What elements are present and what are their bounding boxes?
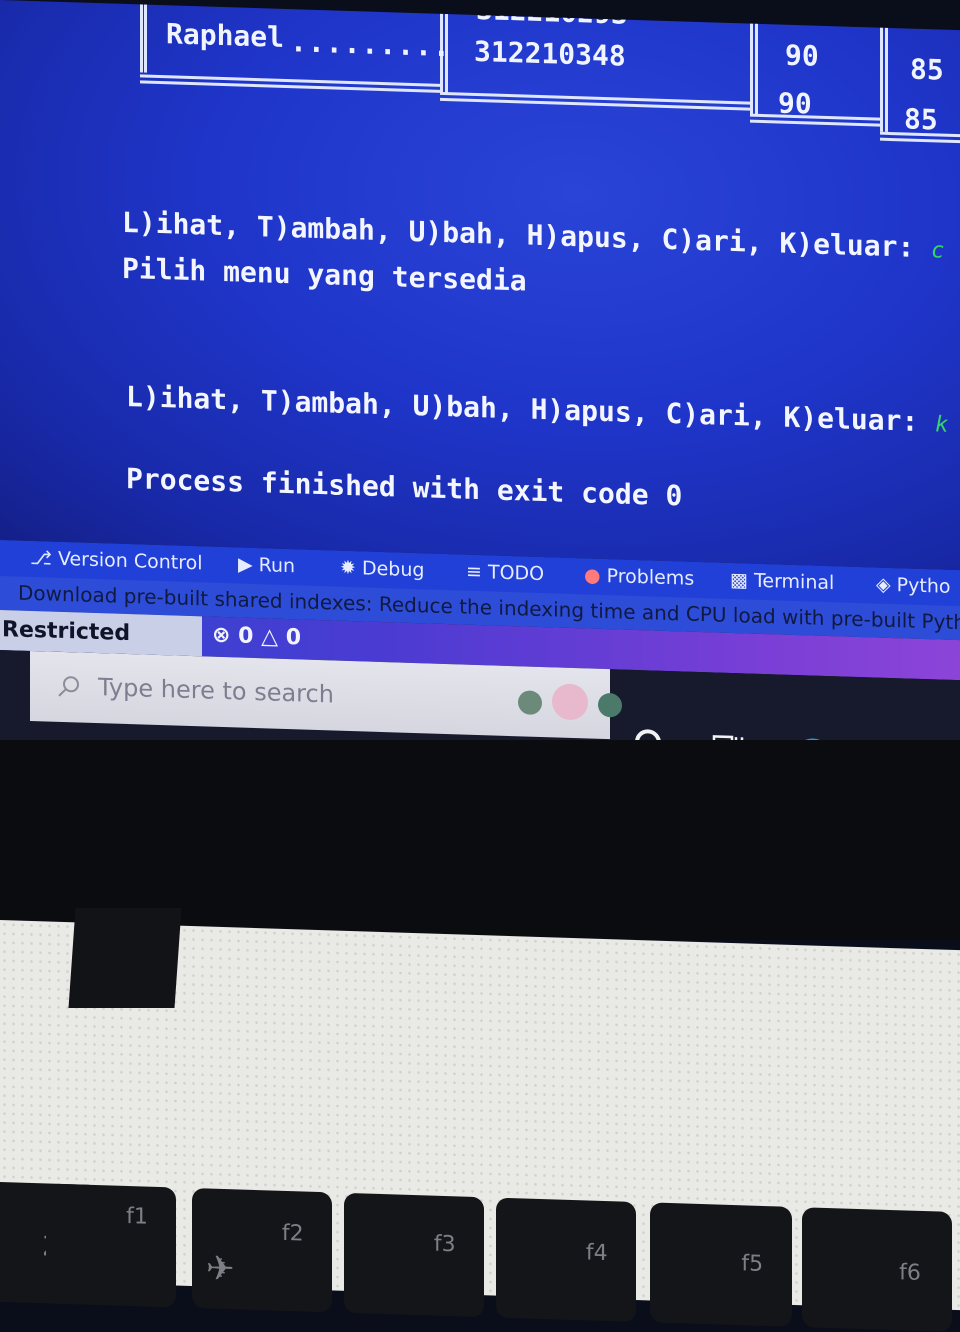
tool-run[interactable]: ▶ Run [238,553,295,577]
row2-score1: 90 [778,86,812,121]
key-label: f4 [585,1240,608,1267]
airplane-mode-icon: ✈ [206,1248,235,1290]
search-highlight-icon [518,683,622,720]
tool-label: Debug [361,557,425,582]
key-label: f5 [741,1251,764,1277]
row2-id: 312210348 [474,34,626,73]
layers-icon: ◈ [876,573,891,596]
key-label: f6 [899,1260,921,1286]
score-table: ......... 312210293 70 Raphael .........… [140,0,960,144]
key-label: f3 [433,1231,456,1258]
key-f1[interactable]: f1 [46,1183,176,1308]
terminal-icon: ▩ [730,568,748,592]
laptop-screen: ......... 312210293 70 Raphael .........… [0,0,960,810]
row1-id: 312210293 [476,0,628,31]
tool-terminal[interactable]: ▩ Terminal [730,569,834,594]
tool-version-control[interactable]: ⎇ Version Control [30,547,203,574]
search-icon [58,676,79,697]
key-f5[interactable]: f5 [650,1202,792,1327]
tool-python[interactable]: ◈ Pytho [876,574,951,598]
tool-label: Pytho [896,574,951,598]
tool-label: Problems [606,565,695,590]
user-input: k [935,412,949,438]
run-console: ......... 312210293 70 Raphael .........… [0,0,960,571]
bug-icon: ✹ [340,556,356,580]
error-dot-icon: ● [584,564,601,587]
restricted-mode-badge[interactable]: Restricted Mode [0,610,202,684]
row2-score2: 85 [910,52,944,87]
tool-todo[interactable]: ≡ TODO [466,561,544,585]
tool-label: Run [258,554,296,578]
menu-response: Pilih menu yang tersedia [122,251,527,298]
tool-debug[interactable]: ✹ Debug [340,557,424,582]
key-f6[interactable]: f6 [802,1207,952,1332]
row1-score2: 70 [913,0,940,23]
search-placeholder: Type here to search [98,673,334,709]
row1-score1: 90 [785,38,819,73]
play-icon: ▶ [238,553,253,576]
tool-label: Terminal [754,569,835,595]
branch-icon: ⎇ [30,546,52,570]
warning-count: 0 [285,624,301,651]
menu-prompt-line-2: L)ihat, T)ambah, U)bah, H)apus, C)ari, K… [126,380,948,439]
warning-triangle-icon: △ [261,624,279,650]
key-f2[interactable]: f2 ✈ [192,1188,332,1313]
row3-score2: 85 [904,102,938,137]
error-count: 0 [238,623,254,649]
error-circle-icon: ⊗ [212,622,231,649]
list-icon: ≡ [466,560,482,584]
hinge-bump [68,908,182,1008]
user-input: c [931,238,945,264]
row-dots: ......... [290,25,451,64]
tool-label: TODO [487,561,545,586]
row2-name: Raphael [166,17,285,54]
key-label: f1 [126,1203,148,1230]
process-finished-message: Process finished with exit code 0 [126,461,683,513]
key-f3[interactable]: f3 [344,1192,484,1318]
problems-counter[interactable]: ⊗ 0 △ 0 [212,623,301,651]
key-label: f2 [281,1220,304,1247]
tool-label: Version Control [57,547,203,575]
tool-problems[interactable]: ● Problems [584,564,694,589]
key-f4[interactable]: f4 [496,1197,636,1322]
menu-prompt: L)ihat, T)ambah, U)bah, H)apus, C)ari, K… [126,379,919,438]
